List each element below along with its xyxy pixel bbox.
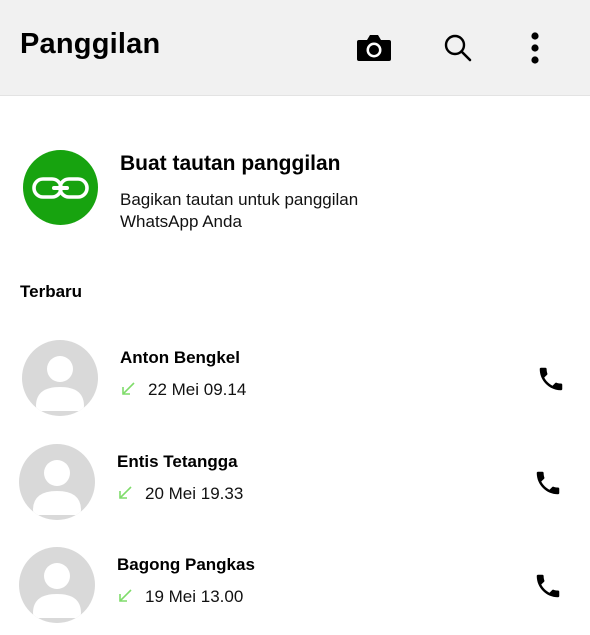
phone-icon[interactable] <box>533 571 563 601</box>
call-time: 19 Mei 13.00 <box>145 587 244 606</box>
create-link-description: Bagikan tautan untuk panggilan WhatsApp … <box>120 190 359 231</box>
phone-icon[interactable] <box>536 364 566 394</box>
call-time: 22 Mei 09.14 <box>148 380 247 399</box>
avatar <box>19 444 95 520</box>
search-icon[interactable] <box>443 33 473 63</box>
avatar <box>19 547 95 623</box>
default-avatar-icon <box>33 563 81 618</box>
contact-name: Bagong Pangkas <box>117 555 255 574</box>
more-vert-icon[interactable] <box>527 31 543 65</box>
create-link-title: Buat tautan panggilan <box>120 152 341 175</box>
incoming-call-arrow-icon <box>122 382 135 395</box>
section-recent-label: Terbaru <box>20 282 83 301</box>
contact-name: Anton Bengkel <box>120 348 240 367</box>
incoming-call-arrow-icon <box>119 486 132 499</box>
app-header: Panggilan <box>0 0 590 96</box>
link-avatar <box>23 150 98 225</box>
contact-name: Entis Tetangga <box>117 452 238 471</box>
call-time: 20 Mei 19.33 <box>145 484 244 503</box>
default-avatar-icon <box>36 356 84 411</box>
phone-icon[interactable] <box>533 468 563 498</box>
link-icon <box>32 177 89 199</box>
default-avatar-icon <box>33 460 81 515</box>
call-row[interactable]: Anton Bengkel 22 Mei 09.14 <box>0 338 590 428</box>
page-title: Panggilan <box>20 28 161 60</box>
call-row[interactable]: Bagong Pangkas 19 Mei 13.00 <box>0 545 590 635</box>
incoming-call-arrow-icon <box>119 589 132 602</box>
avatar <box>22 340 98 416</box>
camera-icon[interactable] <box>356 33 392 63</box>
call-row[interactable]: Entis Tetangga 20 Mei 19.33 <box>0 442 590 532</box>
